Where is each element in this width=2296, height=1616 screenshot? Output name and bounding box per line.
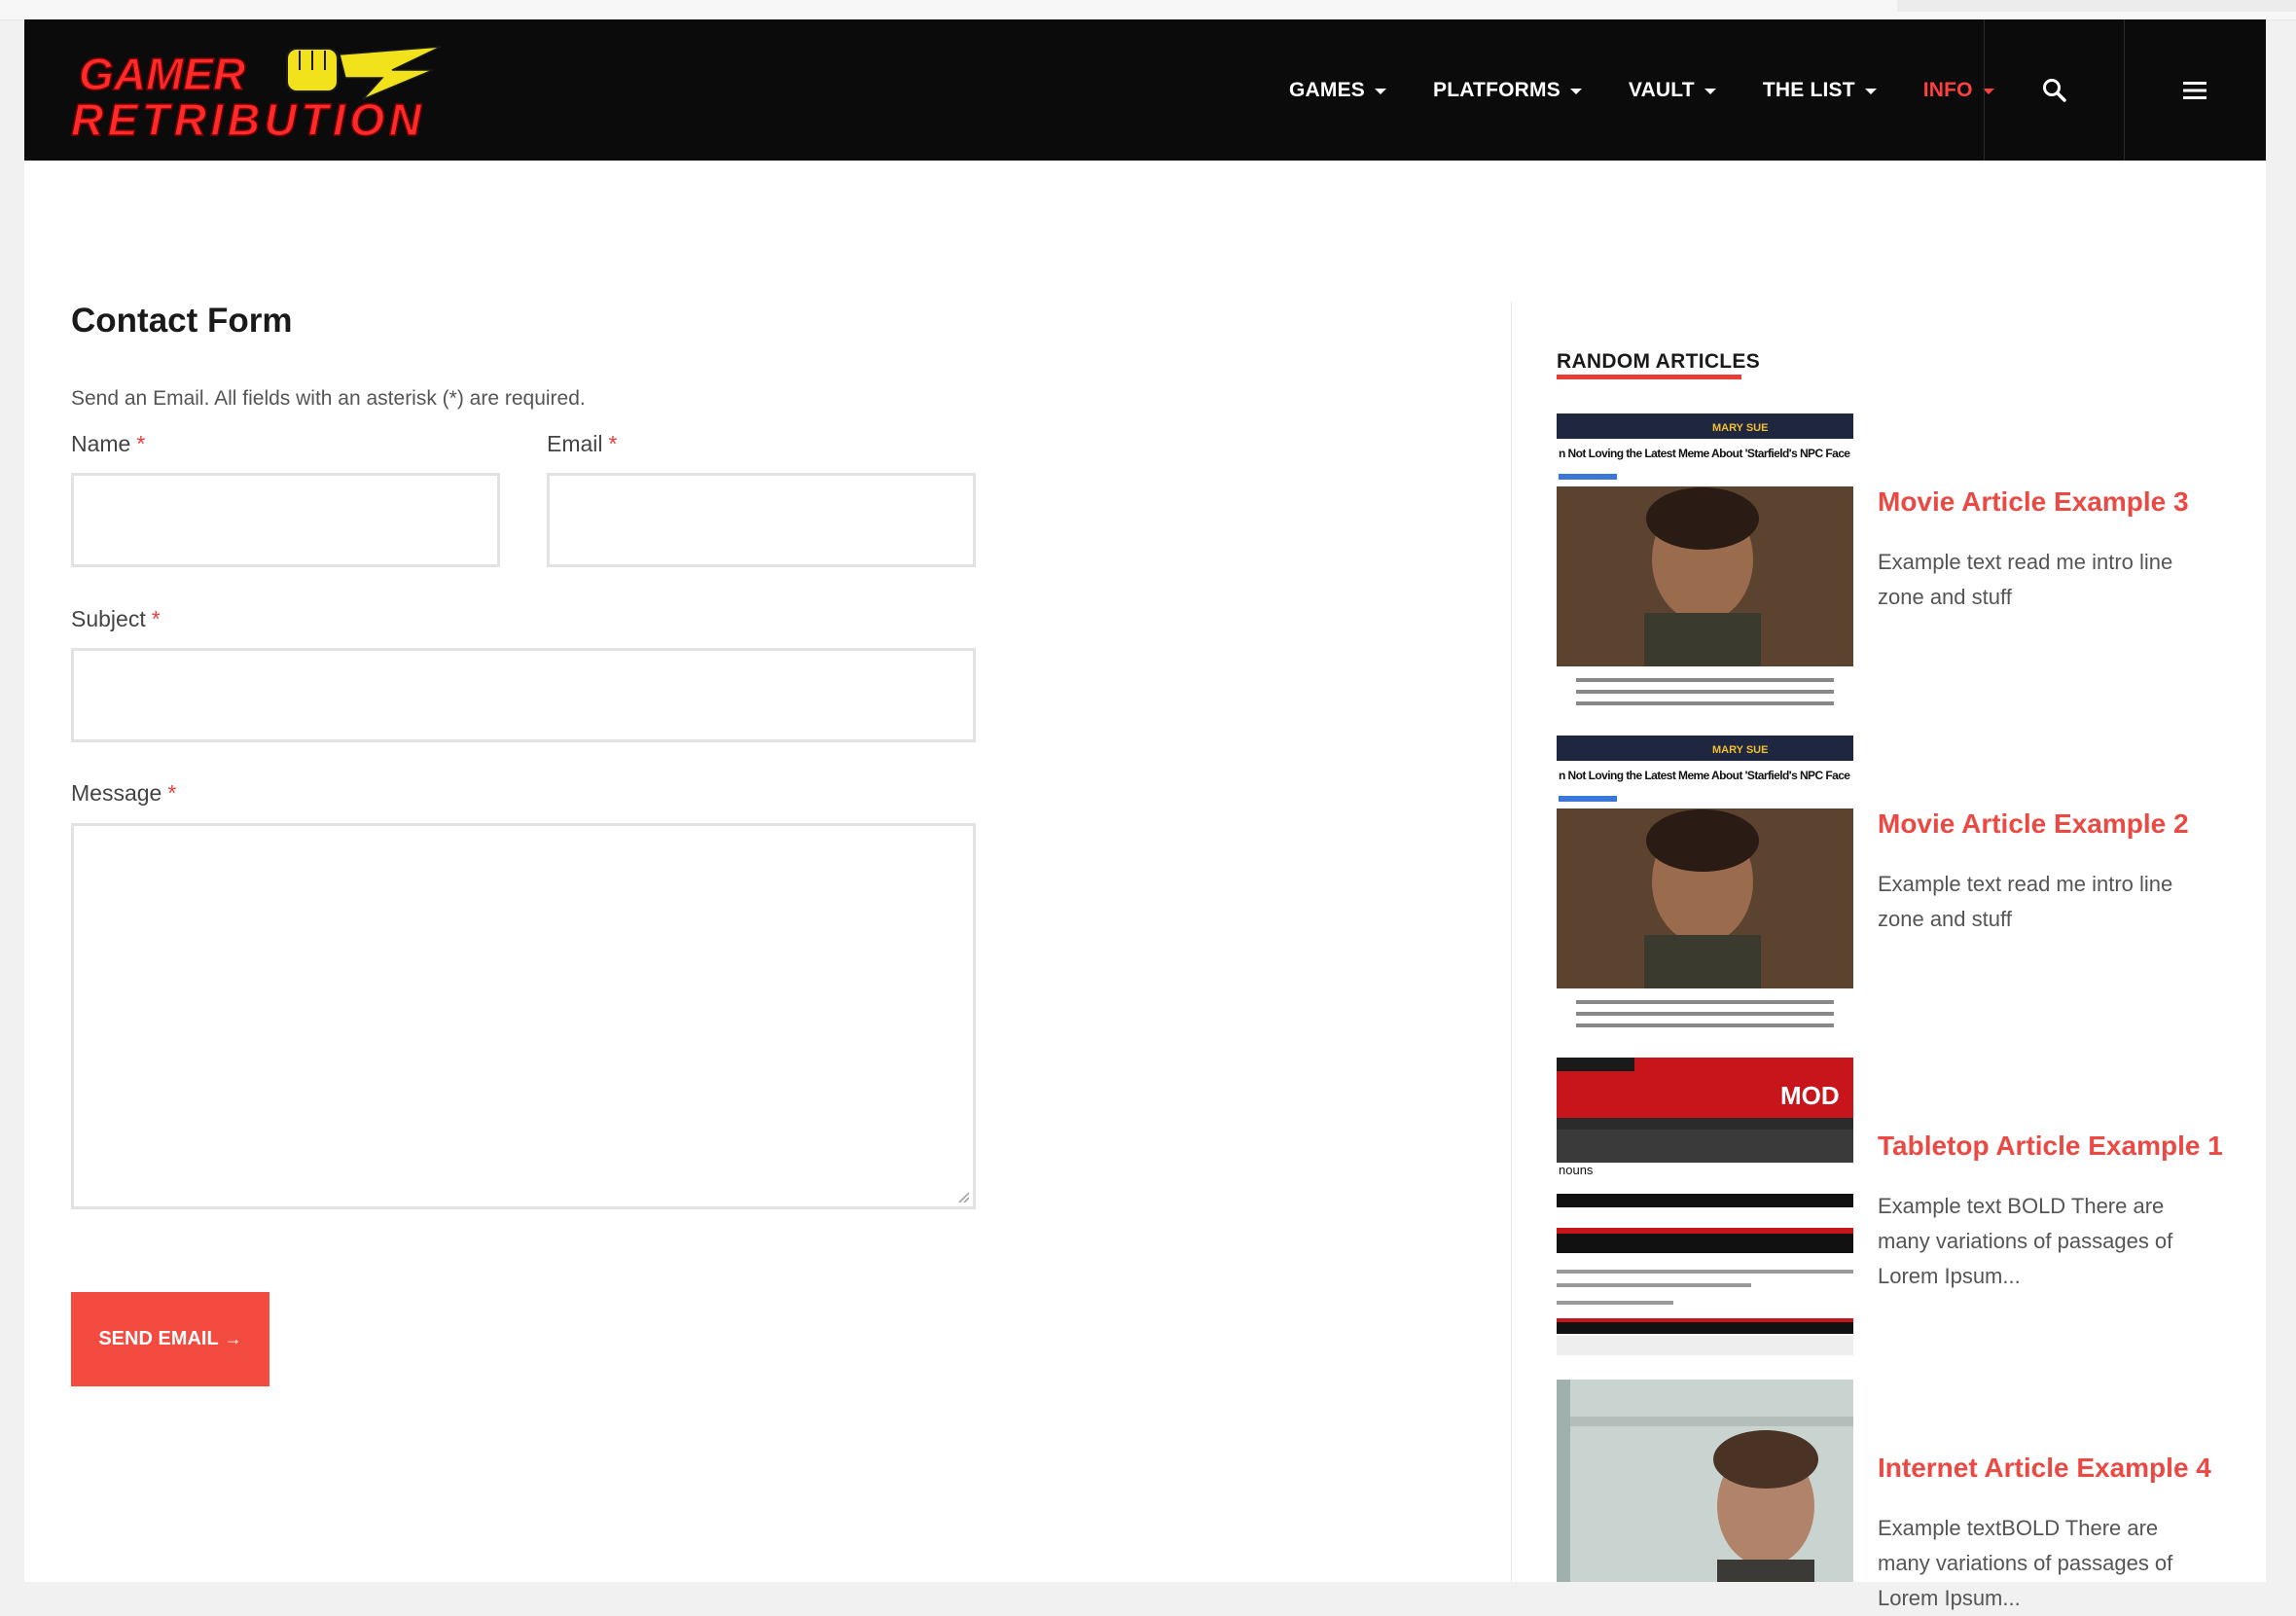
required-asterisk: * bbox=[167, 780, 177, 806]
article-thumbnail-2[interactable]: MARY SUE n Not Loving the Latest Meme Ab… bbox=[1557, 736, 1853, 1033]
subject-label-text: Subject bbox=[71, 606, 146, 631]
thumbnail-image: MARY SUE n Not Loving the Latest Meme Ab… bbox=[1557, 413, 1853, 711]
name-field[interactable] bbox=[71, 473, 500, 567]
chevron-down-icon bbox=[1704, 88, 1716, 94]
svg-text:MOD: MOD bbox=[1780, 1081, 1840, 1110]
email-label: Email * bbox=[547, 431, 617, 457]
arrow-right-icon: → bbox=[224, 1329, 242, 1348]
article-excerpt-1: Example text read me intro line zone and… bbox=[1878, 550, 2173, 609]
subject-field[interactable] bbox=[71, 648, 976, 742]
nav-info-label: INFO bbox=[1922, 78, 1973, 101]
thumbnail-image: MARY SUE n Not Loving the Latest Meme Ab… bbox=[1557, 736, 1853, 1033]
form-intro: Send an Email. All fields with an asteri… bbox=[71, 387, 586, 410]
hamburger-menu-icon bbox=[2183, 81, 2206, 99]
search-icon bbox=[2043, 78, 2066, 102]
name-label: Name * bbox=[71, 431, 145, 457]
message-textarea[interactable] bbox=[71, 823, 976, 1209]
resize-handle-icon[interactable] bbox=[957, 1191, 969, 1203]
nav-games-label: GAMES bbox=[1289, 78, 1366, 101]
article-thumbnail-3[interactable]: MOD nouns bbox=[1557, 1058, 1853, 1355]
nav-vault[interactable]: VAULT bbox=[1629, 79, 1716, 102]
heading-underline bbox=[1557, 375, 1741, 379]
nav-vault-label: VAULT bbox=[1628, 78, 1695, 101]
fist-icon bbox=[286, 48, 339, 92]
site-header: GAMER RETRIBUTION GAMES PLATFORMS VAULT … bbox=[24, 19, 2266, 161]
svg-text:n Not Loving the Latest Meme A: n Not Loving the Latest Meme About 'Star… bbox=[1559, 769, 1850, 782]
page: GAMER RETRIBUTION GAMES PLATFORMS VAULT … bbox=[24, 19, 2266, 1610]
article-title-1[interactable]: Movie Article Example 3 bbox=[1878, 486, 2189, 518]
nav-games[interactable]: GAMES bbox=[1289, 78, 1387, 102]
nav-platforms[interactable]: PLATFORMS bbox=[1433, 79, 1582, 102]
email-label-text: Email bbox=[547, 431, 603, 456]
main-nav: GAMES PLATFORMS VAULT THE LIST INFO bbox=[1289, 19, 2041, 161]
article-title-4[interactable]: Internet Article Example 4 bbox=[1878, 1453, 2211, 1484]
chevron-down-icon bbox=[1569, 88, 1582, 94]
required-asterisk: * bbox=[608, 431, 618, 456]
required-asterisk: * bbox=[136, 431, 146, 456]
menu-button[interactable] bbox=[2124, 19, 2265, 161]
browser-top-strip bbox=[0, 0, 2296, 20]
search-button[interactable] bbox=[1984, 19, 2125, 161]
article-thumbnail-1[interactable]: MARY SUE n Not Loving the Latest Meme Ab… bbox=[1557, 413, 1853, 711]
article-title-3[interactable]: Tabletop Article Example 1 bbox=[1878, 1131, 2223, 1162]
nav-platforms-label: PLATFORMS bbox=[1433, 78, 1561, 101]
email-field[interactable] bbox=[547, 473, 976, 567]
send-email-button[interactable]: SEND EMAIL → bbox=[71, 1292, 269, 1386]
article-excerpt-4: Example textBOLD There are many variatio… bbox=[1878, 1516, 2173, 1610]
name-label-text: Name bbox=[71, 431, 131, 456]
article-excerpt-3: Example text BOLD There are many variati… bbox=[1878, 1194, 2173, 1288]
required-asterisk: * bbox=[151, 606, 161, 631]
svg-text:n Not Loving the Latest Meme A: n Not Loving the Latest Meme About 'Star… bbox=[1559, 447, 1850, 460]
chevron-down-icon bbox=[1375, 88, 1387, 94]
article-excerpt-2: Example text read me intro line zone and… bbox=[1878, 872, 2173, 931]
logo-line1: GAMER bbox=[79, 49, 245, 99]
random-articles-heading: RANDOM ARTICLES bbox=[1557, 350, 1761, 373]
site-logo[interactable]: GAMER RETRIBUTION bbox=[71, 41, 460, 143]
chevron-down-icon bbox=[1864, 88, 1877, 94]
article-title-2[interactable]: Movie Article Example 2 bbox=[1878, 808, 2189, 840]
nav-the-list[interactable]: THE LIST bbox=[1763, 79, 1877, 102]
page-title: Contact Form bbox=[71, 302, 293, 340]
send-email-label: SEND EMAIL bbox=[98, 1328, 219, 1349]
message-label: Message * bbox=[71, 780, 176, 807]
sidebar-divider bbox=[1511, 302, 1512, 1582]
message-label-text: Message bbox=[71, 780, 162, 806]
article-thumbnail-4[interactable] bbox=[1557, 1380, 1853, 1582]
nav-the-list-label: THE LIST bbox=[1762, 78, 1855, 101]
thumbnail-image bbox=[1557, 1380, 1853, 1582]
svg-text:MARY SUE: MARY SUE bbox=[1712, 422, 1768, 434]
subject-label: Subject * bbox=[71, 606, 161, 632]
thumbnail-image: MOD nouns bbox=[1557, 1058, 1853, 1355]
lightning-bolt-icon bbox=[339, 46, 442, 100]
svg-text:MARY SUE: MARY SUE bbox=[1712, 744, 1768, 756]
logo-graphic: GAMER RETRIBUTION bbox=[71, 46, 442, 143]
logo-line2: RETRIBUTION bbox=[71, 94, 422, 143]
svg-text:nouns: nouns bbox=[1559, 1163, 1594, 1177]
browser-strip-segment bbox=[1897, 0, 2296, 12]
